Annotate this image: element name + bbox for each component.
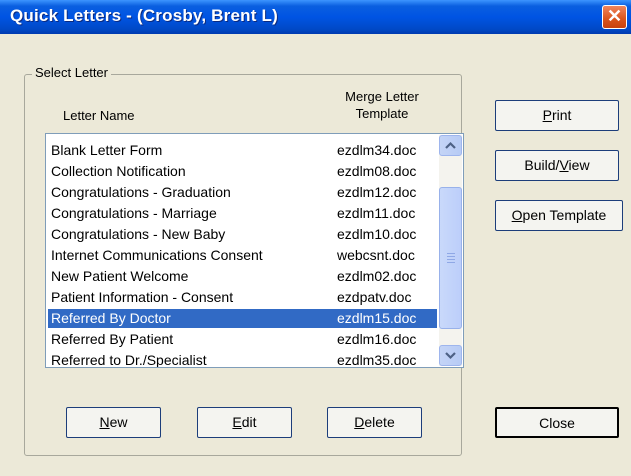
letter-name: Collection Notification [51,163,186,179]
chevron-down-icon [445,352,456,360]
build-view-button[interactable]: Build/View [495,150,619,181]
letter-template: ezdpatv.doc [337,289,412,305]
letter-name-header: Letter Name [63,108,135,123]
letter-template: ezdlm10.doc [337,226,417,242]
letter-template: ezdlm12.doc [337,184,417,200]
letter-template: webcsnt.doc [337,247,415,263]
letter-name: Referred By Patient [51,331,174,347]
letter-template: ezdlm35.doc [337,352,417,368]
letter-name: Referred to Dr./Specialist [51,352,207,368]
chevron-up-icon [445,141,456,149]
letter-template: ezdlm08.doc [337,163,417,179]
template-header: Merge Letter Template [320,88,444,122]
letter-name: Referred By Doctor [51,310,171,326]
list-item[interactable]: Collection Notification ezdlm08.doc [48,162,437,181]
letter-name: Congratulations - Marriage [51,205,217,221]
close-button[interactable]: Close [495,407,619,438]
letter-name: New Patient Welcome [51,268,189,284]
letter-template: ezdlm02.doc [337,268,417,284]
list-item[interactable]: Referred to Dr./Specialist ezdlm35.doc [48,351,437,368]
list-item[interactable]: New Patient Welcome ezdlm02.doc [48,267,437,286]
print-button[interactable]: Print [495,100,619,131]
template-header-line2: Template [355,106,409,121]
letter-template: ezdlm34.doc [337,142,417,158]
quick-letters-dialog: Quick Letters - (Crosby, Brent L) ✕ Sele… [0,0,631,476]
list-item[interactable]: Internet Communications Consent webcsnt.d… [48,246,437,265]
list-item[interactable]: Referred By Doctor ezdlm15.doc [48,309,437,328]
vertical-scrollbar[interactable] [439,135,462,366]
new-button[interactable]: New [66,407,161,438]
list-item[interactable]: Congratulations - New Baby ezdlm10.doc [48,225,437,244]
letter-name: Internet Communications Consent [51,247,263,263]
scroll-down-button[interactable] [439,345,462,366]
close-window-button[interactable]: ✕ [602,5,627,29]
list-item[interactable]: Blank Letter Form ezdlm34.doc [48,141,437,160]
scroll-thumb[interactable] [439,187,462,329]
list-item[interactable]: Congratulations - Graduation ezdlm12.doc [48,183,437,202]
open-template-button[interactable]: Open Template [495,200,623,231]
list-item[interactable]: Patient Information - Consent ezdpatv.doc [48,288,437,307]
letter-name: Patient Information - Consent [51,289,234,305]
select-letter-label: Select Letter [32,65,111,80]
letter-name: Congratulations - Graduation [51,184,231,200]
letter-list[interactable]: Blank Letter Form ezdlm34.doc Collection N… [45,133,464,368]
template-header-line1: Merge Letter [345,89,419,104]
window-title: Quick Letters - (Crosby, Brent L) [10,6,278,25]
close-icon: ✕ [606,6,623,26]
edit-button[interactable]: Edit [197,407,292,438]
letter-template: ezdlm11.doc [337,205,416,221]
letter-template: ezdlm15.doc [337,310,417,326]
delete-button[interactable]: Delete [327,407,422,438]
letter-name: Congratulations - New Baby [51,226,226,242]
list-item[interactable]: Congratulations - Marriage ezdlm11.doc [48,204,437,223]
list-item[interactable]: Referred By Patient ezdlm16.doc [48,330,437,349]
title-bar[interactable]: Quick Letters - (Crosby, Brent L) ✕ [0,0,631,34]
letter-template: ezdlm16.doc [337,331,417,347]
letter-name: Blank Letter Form [51,142,163,158]
scroll-up-button[interactable] [439,135,462,156]
